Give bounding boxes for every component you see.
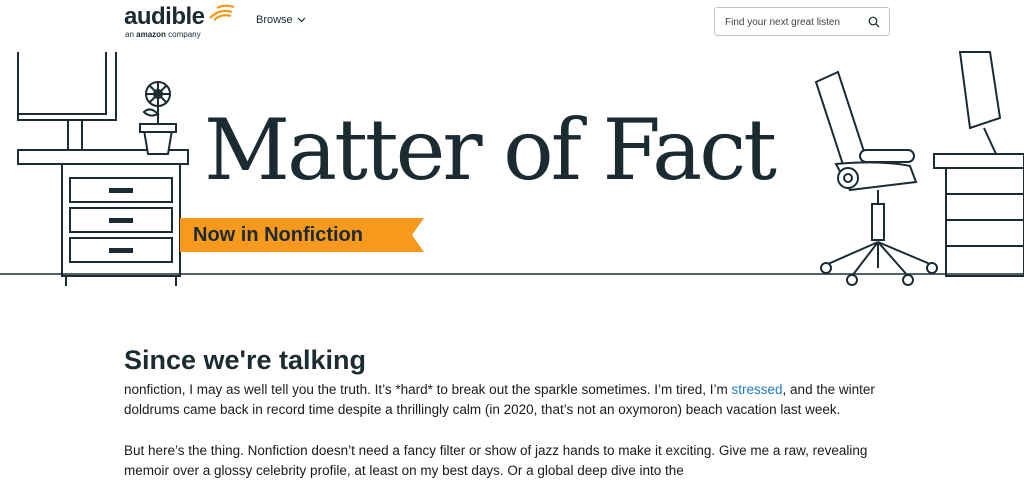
browse-menu[interactable]: Browse [256,14,306,26]
chevron-down-icon [297,17,306,23]
signal-waves-icon [209,4,235,21]
hero-title: Matter of Fact [204,101,777,199]
browse-label: Browse [256,14,293,26]
hero-banner: Matter of Fact Now in Nonfiction [0,44,1024,304]
article-paragraph: But here’s the thing. Nonfiction doesn’t… [124,443,868,478]
audible-logo[interactable]: audible an amazon company [124,3,235,40]
article-body: Since we're talking nonfiction, I may as… [124,344,904,481]
stressed-link[interactable]: stressed [732,382,783,397]
article-paragraph: nonfiction, I may as well tell you the t… [124,382,875,417]
search-input[interactable] [725,14,855,30]
site-header: audible an amazon company Browse [0,0,1024,44]
logo-wordmark: audible [124,3,205,30]
search-icon[interactable] [868,16,880,28]
search-box[interactable] [714,7,890,36]
article-heading: Since we're talking [124,345,367,375]
ribbon-text: Now in Nonfiction [193,224,363,246]
logo-tagline: an amazon company [125,30,201,39]
